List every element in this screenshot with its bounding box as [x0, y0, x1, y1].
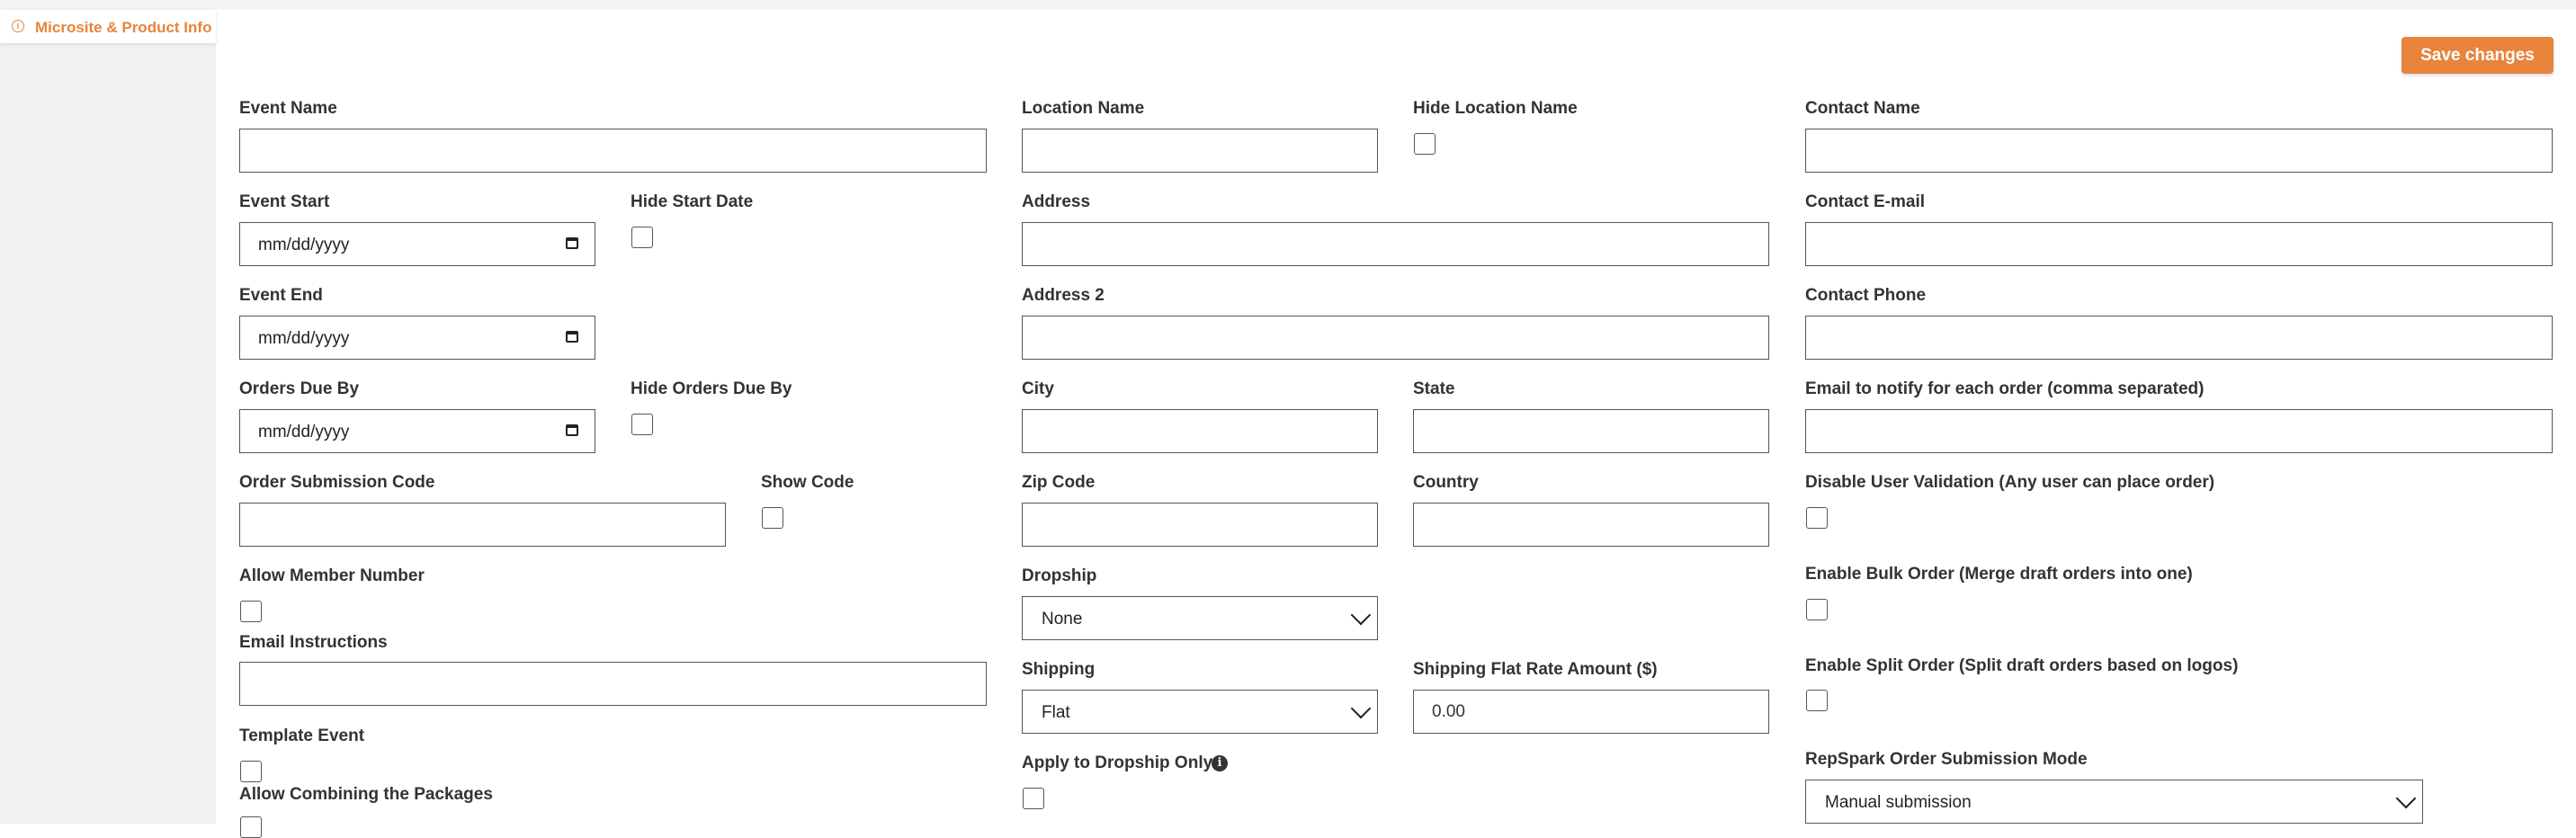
event-end-label: Event End — [239, 286, 323, 305]
event-name-input[interactable] — [239, 129, 987, 173]
dropship-value: None — [1042, 610, 1083, 628]
orders-due-by-date-input[interactable]: mm/dd/yyyy — [239, 409, 595, 453]
enable-split-order-label: Enable Split Order (Split draft orders b… — [1805, 656, 2239, 675]
save-button[interactable]: Save changes — [2402, 37, 2554, 74]
apply-to-dropship-only-label: Apply to Dropship Only — [1022, 753, 1213, 772]
country-input[interactable] — [1413, 503, 1769, 547]
calendar-icon[interactable] — [566, 424, 578, 436]
email-instructions-label: Email Instructions — [239, 633, 388, 652]
allow-member-number-checkbox[interactable] — [240, 601, 262, 622]
shipping-flat-rate-label: Shipping Flat Rate Amount ($) — [1413, 660, 1658, 679]
shipping-select[interactable]: Flat — [1022, 690, 1378, 734]
contact-name-input[interactable] — [1805, 129, 2553, 173]
country-label: Country — [1413, 473, 1479, 492]
allow-member-number-label: Allow Member Number — [239, 566, 425, 585]
enable-split-order-checkbox[interactable] — [1806, 690, 1828, 711]
apply-to-dropship-only-checkbox[interactable] — [1023, 788, 1044, 809]
hide-location-name-label: Hide Location Name — [1413, 99, 1578, 118]
notify-email-label: Email to notify for each order (comma se… — [1805, 379, 2205, 398]
calendar-icon[interactable] — [566, 331, 578, 343]
disable-user-validation-label: Disable User Validation (Any user can pl… — [1805, 473, 2215, 492]
contact-phone-input[interactable] — [1805, 316, 2553, 360]
show-code-checkbox[interactable] — [762, 507, 783, 529]
repspark-mode-value: Manual submission — [1825, 793, 1972, 812]
event-name-label: Event Name — [239, 99, 337, 118]
sidebar — [0, 10, 216, 824]
shipping-flat-rate-input[interactable] — [1413, 690, 1769, 734]
email-instructions-input[interactable] — [239, 662, 987, 706]
template-event-label: Template Event — [239, 727, 365, 745]
show-code-label: Show Code — [761, 473, 854, 492]
event-start-date-input[interactable]: mm/dd/yyyy — [239, 222, 595, 266]
dropship-label: Dropship — [1022, 566, 1097, 585]
sidebar-tab-microsite-product-info[interactable]: i Microsite & Product Info — [0, 10, 216, 43]
chevron-down-icon — [1350, 698, 1372, 719]
event-start-value: mm/dd/yyyy — [258, 236, 350, 254]
address-input[interactable] — [1022, 222, 1769, 266]
contact-name-label: Contact Name — [1805, 99, 1920, 118]
contact-email-label: Contact E-mail — [1805, 192, 1926, 211]
shipping-label: Shipping — [1022, 660, 1096, 679]
chevron-down-icon — [1350, 604, 1372, 626]
contact-email-input[interactable] — [1805, 222, 2553, 266]
location-name-label: Location Name — [1022, 99, 1145, 118]
order-submission-code-label: Order Submission Code — [239, 473, 435, 492]
allow-combining-packages-label: Allow Combining the Packages — [239, 785, 493, 804]
repspark-mode-select[interactable]: Manual submission — [1805, 780, 2423, 824]
disable-user-validation-checkbox[interactable] — [1806, 507, 1828, 529]
address2-label: Address 2 — [1022, 286, 1105, 305]
hide-start-date-checkbox[interactable] — [631, 227, 653, 248]
hide-orders-due-by-checkbox[interactable] — [631, 414, 653, 435]
chevron-down-icon — [2395, 788, 2417, 809]
event-end-date-input[interactable]: mm/dd/yyyy — [239, 316, 595, 360]
address2-input[interactable] — [1022, 316, 1769, 360]
orders-due-by-label: Orders Due By — [239, 379, 360, 398]
city-label: City — [1022, 379, 1054, 398]
info-circle-icon: i — [12, 20, 24, 32]
state-input[interactable] — [1413, 409, 1769, 453]
enable-bulk-order-label: Enable Bulk Order (Merge draft orders in… — [1805, 565, 2193, 584]
location-name-input[interactable] — [1022, 129, 1378, 173]
enable-bulk-order-checkbox[interactable] — [1806, 599, 1828, 620]
dropship-select[interactable]: None — [1022, 596, 1378, 640]
state-label: State — [1413, 379, 1455, 398]
event-start-label: Event Start — [239, 192, 330, 211]
repspark-mode-label: RepSpark Order Submission Mode — [1805, 750, 2088, 769]
calendar-icon[interactable] — [566, 237, 578, 249]
orders-due-by-value: mm/dd/yyyy — [258, 423, 350, 441]
zip-code-input[interactable] — [1022, 503, 1378, 547]
top-strip — [0, 0, 2576, 10]
city-input[interactable] — [1022, 409, 1378, 453]
shipping-value: Flat — [1042, 703, 1070, 722]
hide-start-date-label: Hide Start Date — [631, 192, 754, 211]
order-submission-code-input[interactable] — [239, 503, 726, 547]
event-end-value: mm/dd/yyyy — [258, 329, 350, 348]
template-event-checkbox[interactable] — [240, 761, 262, 782]
sidebar-tab-label: Microsite & Product Info — [35, 19, 212, 36]
allow-combining-packages-checkbox[interactable] — [240, 816, 262, 838]
info-icon[interactable]: i — [1212, 755, 1228, 771]
hide-location-name-checkbox[interactable] — [1414, 133, 1436, 155]
address-label: Address — [1022, 192, 1091, 211]
notify-email-input[interactable] — [1805, 409, 2553, 453]
zip-code-label: Zip Code — [1022, 473, 1096, 492]
contact-phone-label: Contact Phone — [1805, 286, 1927, 305]
hide-orders-due-by-label: Hide Orders Due By — [631, 379, 792, 398]
